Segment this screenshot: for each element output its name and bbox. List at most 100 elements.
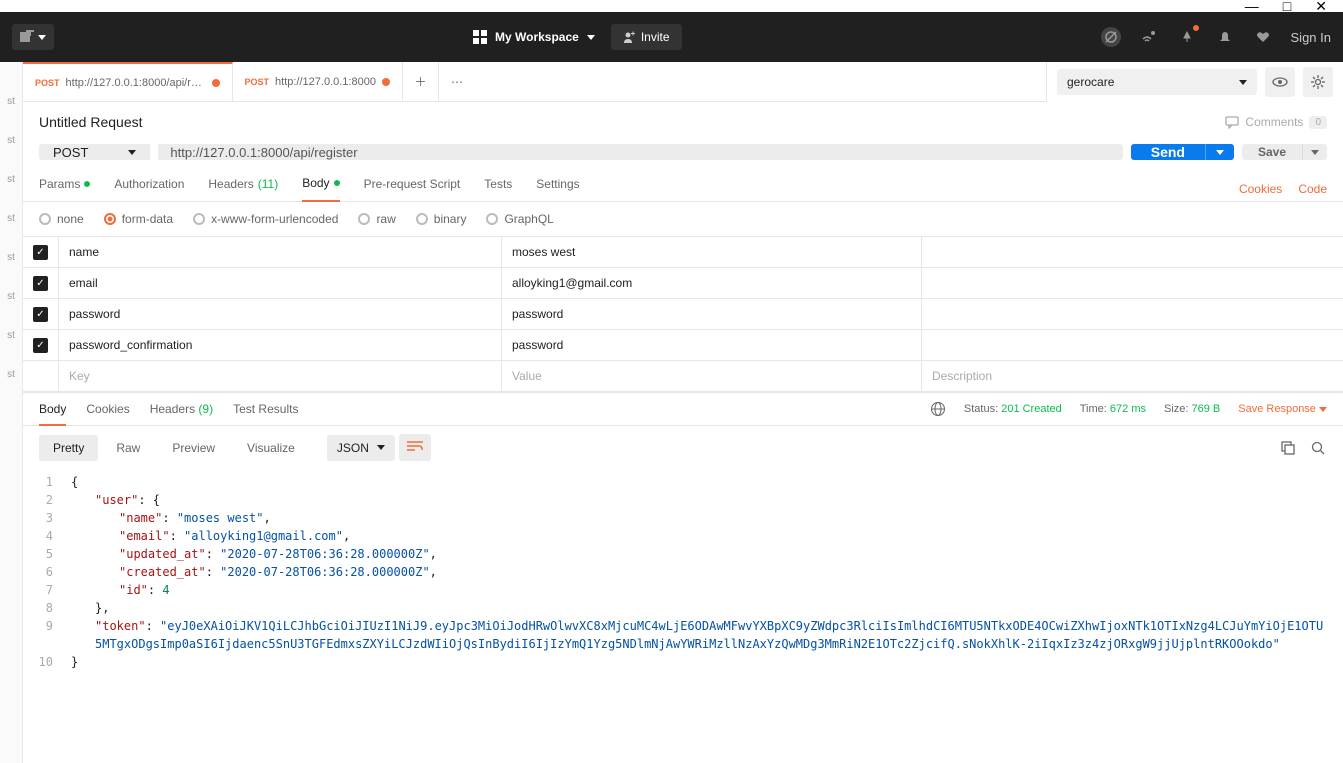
bootcamp-icon[interactable] xyxy=(1177,27,1197,47)
response-body-viewer[interactable]: 1{2"user": {3"name": "moses west",4"emai… xyxy=(23,469,1343,675)
rail-item[interactable]: st xyxy=(0,316,22,355)
tab-params[interactable]: Params xyxy=(39,177,90,201)
viewer-preview-button[interactable]: Preview xyxy=(158,435,229,461)
row-checkbox[interactable]: ✓ xyxy=(33,245,48,260)
environment-selector[interactable]: gerocare xyxy=(1057,69,1257,95)
send-dropdown-button[interactable] xyxy=(1205,144,1234,160)
row-checkbox[interactable]: ✓ xyxy=(33,338,48,353)
request-tab[interactable]: POST http://127.0.0.1:8000/api/regis... xyxy=(23,62,233,101)
row-checkbox[interactable]: ✓ xyxy=(33,276,48,291)
request-tab[interactable]: POST http://127.0.0.1:8000 xyxy=(233,62,403,101)
rail-item[interactable]: st xyxy=(0,199,22,238)
chevron-down-icon xyxy=(38,35,46,40)
key-cell[interactable]: password xyxy=(59,299,502,329)
value-cell[interactable]: alloyking1@gmail.com xyxy=(502,268,922,298)
rail-item[interactable]: st xyxy=(0,160,22,199)
satellite-icon[interactable] xyxy=(1139,27,1159,47)
response-tab-test-results[interactable]: Test Results xyxy=(233,402,298,424)
wrap-icon xyxy=(407,440,423,452)
window-close-button[interactable]: ✕ xyxy=(1315,0,1327,15)
tab-settings[interactable]: Settings xyxy=(536,177,579,201)
sign-in-link[interactable]: Sign In xyxy=(1291,30,1331,45)
body-type-binary[interactable]: binary xyxy=(416,212,467,226)
rail-item[interactable]: st xyxy=(0,82,22,121)
search-button[interactable] xyxy=(1309,439,1327,457)
response-tab-body[interactable]: Body xyxy=(39,402,66,426)
save-dropdown-button[interactable] xyxy=(1302,144,1327,160)
tab-prerequest[interactable]: Pre-request Script xyxy=(364,177,461,201)
response-tab-headers[interactable]: Headers (9) xyxy=(150,402,213,424)
dirty-indicator-icon xyxy=(212,79,220,87)
description-cell[interactable] xyxy=(922,268,1343,298)
save-button[interactable]: Save xyxy=(1242,144,1302,160)
key-cell[interactable]: password_confirmation xyxy=(59,330,502,360)
invite-label: Invite xyxy=(641,30,670,44)
method-selector[interactable]: POST xyxy=(39,144,150,160)
rail-item[interactable]: st xyxy=(0,355,22,394)
cookies-link[interactable]: Cookies xyxy=(1239,182,1282,196)
description-cell[interactable] xyxy=(922,330,1343,360)
description-cell[interactable] xyxy=(922,299,1343,329)
key-cell[interactable]: name xyxy=(59,237,502,267)
heart-icon[interactable] xyxy=(1253,27,1273,47)
rail-item[interactable]: st xyxy=(0,121,22,160)
tab-more-button[interactable]: ⋯ xyxy=(439,62,475,101)
rail-item[interactable]: st xyxy=(0,238,22,277)
notifications-icon[interactable] xyxy=(1215,27,1235,47)
value-cell[interactable]: Value xyxy=(502,361,922,391)
key-cell[interactable]: email xyxy=(59,268,502,298)
table-row: ✓ name moses west xyxy=(23,237,1343,268)
body-type-none[interactable]: none xyxy=(39,212,84,226)
globe-icon[interactable] xyxy=(930,401,946,417)
comments-button[interactable]: Comments 0 xyxy=(1225,115,1327,129)
sidebar-rail: st st st st st st st st xyxy=(0,62,23,763)
url-input[interactable] xyxy=(158,144,1122,160)
viewer-visualize-button[interactable]: Visualize xyxy=(233,435,309,461)
window-maximize-button[interactable]: □ xyxy=(1283,0,1291,14)
new-button[interactable] xyxy=(12,24,54,50)
body-type-raw[interactable]: raw xyxy=(358,212,395,226)
request-title[interactable]: Untitled Request xyxy=(39,114,143,130)
response-tab-cookies[interactable]: Cookies xyxy=(86,402,129,424)
value-cell[interactable]: password xyxy=(502,299,922,329)
window-minimize-button[interactable]: — xyxy=(1245,0,1259,14)
gear-icon xyxy=(1310,74,1326,90)
tab-body[interactable]: Body xyxy=(302,176,339,202)
tab-label: http://127.0.0.1:8000 xyxy=(275,76,376,88)
body-type-form-data[interactable]: form-data xyxy=(104,212,173,226)
value-cell[interactable]: moses west xyxy=(502,237,922,267)
workspace-selector[interactable]: My Workspace xyxy=(473,30,595,44)
proxy-icon[interactable] xyxy=(1101,27,1121,47)
invite-button[interactable]: Invite xyxy=(611,24,682,50)
format-selector[interactable]: JSON xyxy=(327,435,395,461)
new-tab-button[interactable]: ＋ xyxy=(403,62,439,101)
value-cell[interactable]: password xyxy=(502,330,922,360)
environment-quicklook-button[interactable] xyxy=(1265,67,1295,97)
workspace-label: My Workspace xyxy=(495,30,579,44)
time-info: Time: 672 ms xyxy=(1080,403,1146,415)
save-response-button[interactable]: Save Response xyxy=(1238,403,1327,415)
description-cell[interactable] xyxy=(922,237,1343,267)
description-cell[interactable]: Description xyxy=(922,361,1343,391)
tab-authorization[interactable]: Authorization xyxy=(114,177,184,201)
body-type-urlencoded[interactable]: x-www-form-urlencoded xyxy=(193,212,338,226)
viewer-raw-button[interactable]: Raw xyxy=(102,435,154,461)
copy-button[interactable] xyxy=(1279,439,1297,457)
tab-headers[interactable]: Headers (11) xyxy=(208,177,278,201)
viewer-pretty-button[interactable]: Pretty xyxy=(39,435,98,461)
table-row: ✓ password_confirmation password xyxy=(23,330,1343,361)
rail-item[interactable]: st xyxy=(0,277,22,316)
key-cell[interactable]: Key xyxy=(59,361,502,391)
chevron-down-icon xyxy=(587,35,595,40)
send-button[interactable]: Send xyxy=(1131,144,1205,160)
wrap-button[interactable] xyxy=(399,434,431,461)
code-link[interactable]: Code xyxy=(1298,182,1327,196)
chevron-down-icon xyxy=(1216,150,1224,155)
tab-tests[interactable]: Tests xyxy=(484,177,512,201)
environment-settings-button[interactable] xyxy=(1303,67,1333,97)
window-controls: — □ ✕ xyxy=(0,0,1343,12)
row-checkbox[interactable]: ✓ xyxy=(33,307,48,322)
indicator-icon xyxy=(84,181,90,187)
body-type-graphql[interactable]: GraphQL xyxy=(486,212,553,226)
comment-icon xyxy=(1225,115,1239,129)
